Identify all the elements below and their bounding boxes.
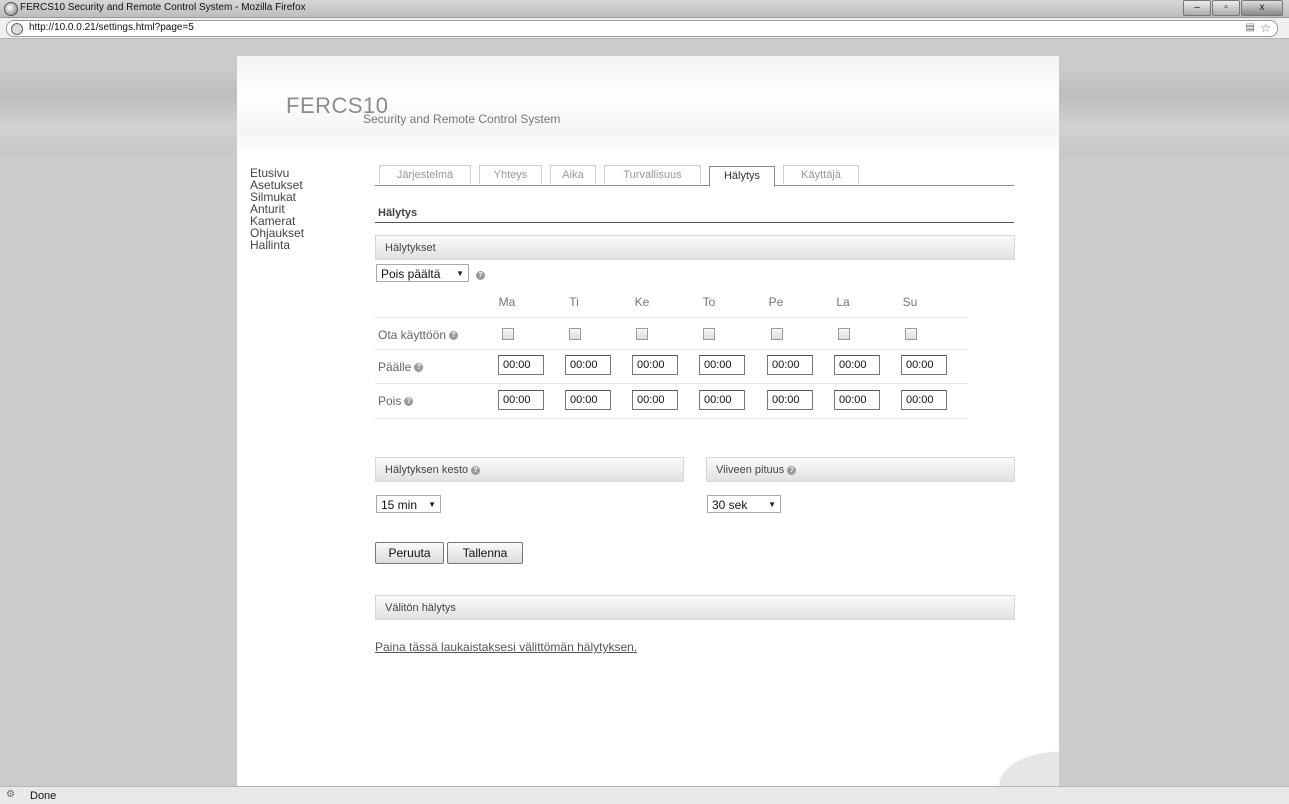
delay-bar-label: Viiveen pituus: [716, 464, 785, 476]
row-divider: [375, 418, 968, 419]
off-time-input-ma[interactable]: 00:00: [498, 390, 544, 410]
maximize-button[interactable]: ▫: [1212, 0, 1240, 16]
instant-alarm-link[interactable]: Paina tässä laukaistaksesi välittömän hä…: [375, 640, 637, 654]
instant-alarm-bar-label: Välitön hälytys: [385, 602, 456, 614]
enable-label: Ota käyttöön: [378, 328, 447, 342]
help-icon[interactable]: ?: [476, 271, 485, 280]
section-divider: [375, 222, 1014, 223]
sidebar-nav: Etusivu Asetukset Silmukat Anturit Kamer…: [250, 167, 304, 251]
status-text: Done: [30, 790, 57, 802]
enable-checkbox-la[interactable]: [838, 328, 850, 340]
help-icon[interactable]: ?: [449, 331, 459, 341]
duration-value: 15 min: [381, 498, 418, 512]
duration-bar-label: Hälytyksen kesto: [385, 464, 469, 476]
enable-checkbox-pe[interactable]: [771, 328, 783, 340]
on-time-input-la[interactable]: 00:00: [834, 355, 880, 375]
tab-halytys[interactable]: Hälytys: [709, 166, 775, 187]
on-row-label: Päälle?: [378, 360, 424, 374]
delay-select[interactable]: 30 sek ▼: [707, 495, 781, 513]
chevron-down-icon: ▼: [428, 500, 436, 509]
feed-icon[interactable]: ▤: [1246, 22, 1255, 33]
alarm-mode-value: Pois päältä: [381, 267, 441, 281]
on-time-input-pe[interactable]: 00:00: [767, 355, 813, 375]
off-row-label: Pois?: [378, 394, 414, 408]
enable-checkbox-ti[interactable]: [569, 328, 581, 340]
instant-alarm-bar: Välitön hälytys: [375, 595, 1015, 620]
address-bar: http://10.0.0.21/settings.html?page=5 ▤ …: [0, 18, 1289, 39]
cancel-button[interactable]: Peruuta: [375, 542, 444, 564]
help-icon[interactable]: ?: [787, 465, 797, 475]
close-button[interactable]: x: [1241, 0, 1283, 16]
day-header: Ti: [569, 295, 579, 309]
firefox-icon: [4, 2, 18, 16]
enable-checkbox-to[interactable]: [703, 328, 715, 340]
tab-kayttaja[interactable]: Käyttäjä: [783, 165, 859, 184]
corner-decoration: [989, 746, 1059, 786]
window-titlebar: FERCS10 Security and Remote Control Syst…: [0, 0, 1289, 18]
page-header: FERCS10 Security and Remote Control Syst…: [237, 56, 1059, 151]
day-header: Ke: [634, 295, 650, 309]
on-time-input-ma[interactable]: 00:00: [498, 355, 544, 375]
enable-row-label: Ota käyttöön?: [378, 328, 459, 342]
chevron-down-icon: ▼: [456, 269, 464, 278]
on-time-input-to[interactable]: 00:00: [699, 355, 745, 375]
help-icon[interactable]: ?: [404, 397, 414, 407]
help-icon[interactable]: ?: [471, 465, 481, 475]
day-header: La: [836, 295, 850, 309]
duration-bar: Hälytyksen kesto?: [375, 457, 684, 482]
enable-checkbox-ke[interactable]: [636, 328, 648, 340]
sidebar-item-hallinta[interactable]: Hallinta: [250, 239, 304, 251]
duration-select[interactable]: 15 min ▼: [376, 495, 441, 513]
day-header: Pe: [768, 295, 784, 309]
save-button[interactable]: Tallenna: [447, 542, 523, 564]
tab-aika[interactable]: Aika: [550, 165, 596, 184]
browser-viewport: FERCS10 Security and Remote Control Syst…: [0, 39, 1289, 786]
off-time-input-to[interactable]: 00:00: [699, 390, 745, 410]
alarms-bar-label: Hälytykset: [385, 242, 436, 254]
bookmark-star-icon[interactable]: ☆: [1260, 21, 1271, 35]
off-time-input-la[interactable]: 00:00: [834, 390, 880, 410]
settings-tabs: Järjestelmä Yhteys Aika Turvallisuus Häl…: [375, 165, 1014, 187]
tab-yhteys[interactable]: Yhteys: [479, 165, 542, 184]
off-label: Pois: [378, 394, 402, 408]
on-time-input-ke[interactable]: 00:00: [632, 355, 678, 375]
row-divider: [375, 349, 968, 350]
delay-bar: Viiveen pituus?: [706, 457, 1015, 482]
on-time-input-ti[interactable]: 00:00: [565, 355, 611, 375]
on-label: Päälle: [378, 360, 412, 374]
tab-turvallisuus[interactable]: Turvallisuus: [604, 165, 701, 184]
alarm-mode-select[interactable]: Pois päältä ▼: [376, 264, 469, 282]
site-subtitle: Security and Remote Control System: [363, 112, 561, 126]
site-identity-icon[interactable]: [11, 23, 23, 35]
off-time-input-pe[interactable]: 00:00: [767, 390, 813, 410]
enable-checkbox-ma[interactable]: [502, 328, 514, 340]
minimize-button[interactable]: –: [1183, 0, 1211, 16]
day-header: Ma: [498, 295, 516, 309]
status-icon: ⚙: [6, 789, 15, 800]
off-time-input-ke[interactable]: 00:00: [632, 390, 678, 410]
day-header: To: [702, 295, 716, 309]
row-divider: [375, 317, 968, 318]
chevron-down-icon: ▼: [768, 500, 776, 509]
on-time-input-su[interactable]: 00:00: [901, 355, 947, 375]
url-input[interactable]: http://10.0.0.21/settings.html?page=5 ▤ …: [6, 20, 1278, 37]
url-text: http://10.0.0.21/settings.html?page=5: [29, 22, 194, 33]
delay-value: 30 sek: [712, 498, 748, 512]
enable-checkbox-su[interactable]: [905, 328, 917, 340]
status-bar: ⚙ Done: [0, 786, 1289, 804]
help-icon[interactable]: ?: [414, 363, 424, 373]
tab-jarjestelma[interactable]: Järjestelmä: [379, 165, 471, 184]
off-time-input-ti[interactable]: 00:00: [565, 390, 611, 410]
day-header: Su: [902, 295, 918, 309]
section-title: Hälytys: [378, 207, 418, 219]
row-divider: [375, 383, 968, 384]
alarms-bar: Hälytykset: [375, 235, 1015, 260]
page-container: FERCS10 Security and Remote Control Syst…: [237, 56, 1059, 786]
window-title: FERCS10 Security and Remote Control Syst…: [20, 2, 306, 13]
off-time-input-su[interactable]: 00:00: [901, 390, 947, 410]
